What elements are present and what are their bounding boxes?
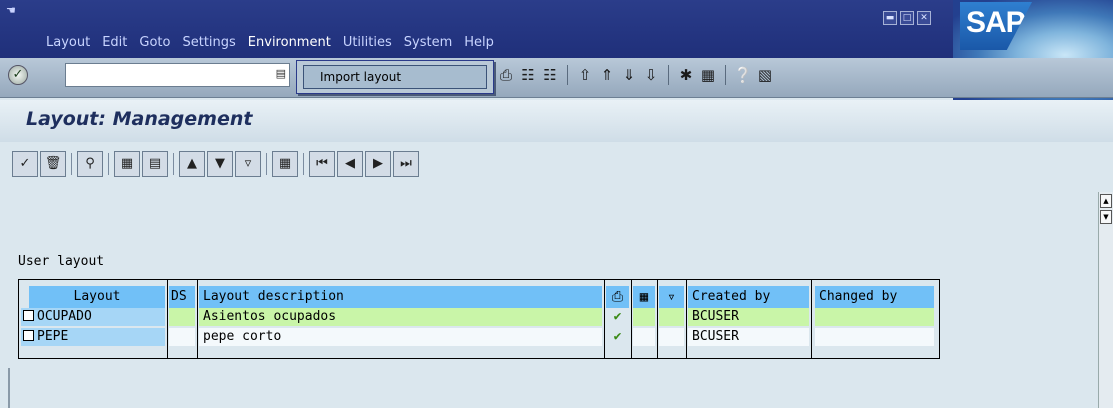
select-all-icon[interactable]: ▦ (114, 151, 140, 177)
layout-name: OCUPADO (37, 309, 92, 324)
scroll-up-icon[interactable]: ▲ (1100, 194, 1112, 208)
customize-layout-icon[interactable]: ▧ (755, 64, 775, 86)
row-changed-by-cell (815, 308, 934, 326)
print-icon[interactable]: ⎙ (496, 64, 516, 86)
filter-icon[interactable]: ▿ (235, 151, 261, 177)
standard-toolbar: ✓ ▤ ⎙ ☷ ☷ ⇧ ⇑ ⇓ ⇩ ✱ ▦ ❔ ▧ (0, 58, 1113, 98)
toolbar-separator (173, 153, 174, 175)
create-session-icon[interactable]: ✱ (676, 64, 696, 86)
screen-title-bar: Layout: Management (0, 100, 1113, 142)
command-history-icon[interactable]: ▤ (276, 67, 286, 80)
column-divider (631, 280, 632, 358)
scroll-down-icon[interactable]: ▼ (1100, 210, 1112, 224)
default-check-icon: ✔ (613, 329, 622, 344)
last-page-icon[interactable]: ⇩ (641, 64, 661, 86)
next-page-icon[interactable]: ⇓ (619, 64, 639, 86)
title-bar: ☚ Layout Edit Goto Settings Environment … (0, 0, 1113, 100)
column-divider (686, 280, 687, 358)
row-ds-cell (169, 328, 195, 346)
previous-page-icon[interactable]: ⇑ (597, 64, 617, 86)
menu-goto[interactable]: Goto (133, 35, 176, 50)
row-user-specific-cell (633, 308, 655, 326)
enter-check-icon[interactable]: ✓ (8, 65, 28, 85)
previous-record-icon[interactable]: ◀ (337, 151, 363, 177)
choose-icon[interactable]: ✓ (12, 151, 38, 177)
first-page-icon[interactable]: ⇧ (575, 64, 595, 86)
layout-table: Layout DS Layout description ⎙ ▦ ▿ Creat… (18, 279, 940, 359)
row-user-specific-cell (633, 328, 655, 346)
row-layout-cell[interactable]: OCUPADO (21, 308, 165, 326)
toolbar-separator (303, 153, 304, 175)
maximize-icon[interactable]: □ (900, 11, 914, 25)
row-created-by-cell: BCUSER (688, 308, 809, 326)
toolbar-separator (725, 65, 726, 85)
row-description-cell: Asientos ocupados (199, 308, 602, 326)
column-header-created-by[interactable]: Created by (688, 286, 809, 308)
toolbar-icon-group: ⎙ ☷ ☷ ⇧ ⇑ ⇓ ⇩ ✱ ▦ ❔ ▧ (496, 64, 775, 86)
shortcut-icon[interactable]: ▦ (698, 64, 718, 86)
column-header-layout[interactable]: Layout (29, 286, 165, 308)
column-header-changed-by[interactable]: Changed by (815, 286, 934, 308)
toolbar-separator (71, 153, 72, 175)
row-created-by-cell: BCUSER (688, 328, 809, 346)
toolbar-separator (108, 153, 109, 175)
sort-descending-icon[interactable]: ▼ (207, 151, 233, 177)
window-controls: ▬ □ ✕ (883, 11, 931, 25)
column-divider (604, 280, 605, 358)
toolbar-separator (668, 65, 669, 85)
column-divider (197, 280, 198, 358)
sort-ascending-icon[interactable]: ▲ (179, 151, 205, 177)
column-header-ds[interactable]: DS (169, 286, 195, 308)
last-record-icon[interactable]: ⏭ (393, 151, 419, 177)
change-layout-icon[interactable]: ▦ (272, 151, 298, 177)
column-header-user-specific-icon[interactable]: ▦ (633, 286, 655, 308)
close-icon[interactable]: ✕ (917, 11, 931, 25)
frame-edge (8, 368, 10, 408)
help-icon[interactable]: ❔ (733, 64, 753, 86)
page-title: Layout: Management (26, 108, 253, 130)
details-icon[interactable]: ⚲ (77, 151, 103, 177)
menu-bar: Layout Edit Goto Settings Environment Ut… (40, 35, 500, 50)
column-header-filter-icon[interactable]: ▿ (659, 286, 684, 308)
menu-utilities[interactable]: Utilities (337, 35, 398, 50)
column-divider (811, 280, 812, 358)
environment-dropdown: Import layout (296, 60, 494, 94)
menu-system[interactable]: System (398, 35, 458, 50)
column-header-description[interactable]: Layout description (199, 286, 602, 308)
delete-icon[interactable]: 🗑 (40, 151, 66, 177)
toolbar-separator (567, 65, 568, 85)
row-changed-by-cell (815, 328, 934, 346)
menu-import-layout[interactable]: Import layout (303, 65, 487, 89)
row-select-checkbox[interactable] (23, 310, 34, 321)
application-toolbar: ✓ 🗑 ⚲ ▦ ▤ ▲ ▼ ▿ ▦ ⏮ ◀ ▶ ⏭ (0, 142, 1113, 186)
row-layout-cell[interactable]: PEPE (21, 328, 165, 346)
layout-name: PEPE (37, 329, 69, 344)
row-description-cell: pepe corto (199, 328, 602, 346)
menu-layout[interactable]: Layout (40, 35, 96, 50)
row-filter-cell (659, 328, 684, 346)
row-ds-cell (169, 308, 195, 326)
system-menu-icon[interactable]: ☚ (6, 4, 16, 17)
deselect-all-icon[interactable]: ▤ (142, 151, 168, 177)
command-input[interactable] (66, 64, 266, 86)
first-record-icon[interactable]: ⏮ (309, 151, 335, 177)
command-field: ▤ (65, 63, 290, 87)
menu-environment[interactable]: Environment (242, 35, 337, 50)
menu-edit[interactable]: Edit (96, 35, 133, 50)
column-header-default-icon[interactable]: ⎙ (606, 286, 629, 308)
menu-help[interactable]: Help (458, 35, 500, 50)
menu-settings[interactable]: Settings (176, 35, 241, 50)
find-next-icon[interactable]: ☷ (540, 64, 560, 86)
row-filter-cell (659, 308, 684, 326)
row-select-checkbox[interactable] (23, 330, 34, 341)
toolbar-separator (266, 153, 267, 175)
column-divider (657, 280, 658, 358)
section-label: User layout (18, 254, 105, 269)
next-record-icon[interactable]: ▶ (365, 151, 391, 177)
vertical-scrollbar[interactable]: ▲ ▼ (1098, 192, 1113, 408)
column-divider (167, 280, 168, 358)
find-icon[interactable]: ☷ (518, 64, 538, 86)
default-check-icon: ✔ (613, 309, 622, 324)
minimize-icon[interactable]: ▬ (883, 11, 897, 25)
